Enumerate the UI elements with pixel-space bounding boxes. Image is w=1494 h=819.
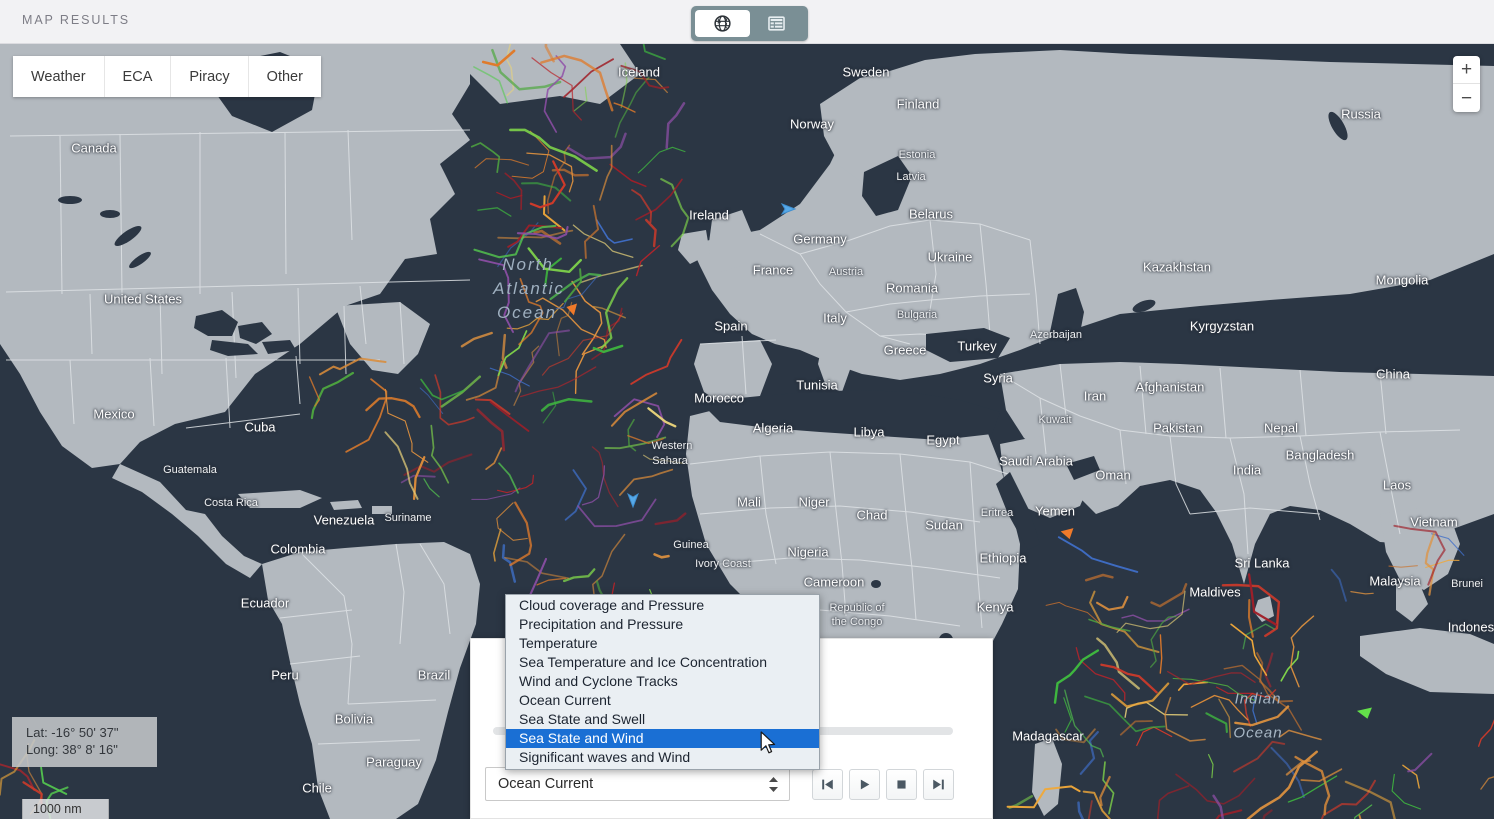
play-icon [860, 779, 870, 789]
page-title: MAP RESULTS [22, 13, 130, 27]
latitude-value: Lat: -16° 50' 37" [26, 724, 119, 740]
chevron-updown-icon [769, 776, 778, 792]
dropdown-option-cloud-coverage-and-pressure[interactable]: Cloud coverage and Pressure [506, 596, 819, 615]
skip-back-button[interactable] [812, 768, 843, 800]
panel-controls: Ocean Current [485, 767, 980, 801]
dropdown-option-sea-state-and-wind[interactable]: Sea State and Wind [506, 729, 819, 748]
layer-tab-eca[interactable]: ECA [104, 56, 172, 97]
playback-controls[interactable] [812, 768, 954, 800]
stop-icon [897, 779, 906, 789]
weather-layer-dropdown[interactable]: Cloud coverage and Pressure Precipitation… [505, 594, 820, 770]
skip-forward-icon [933, 779, 944, 789]
stop-button[interactable] [886, 768, 917, 800]
layer-tab-piracy[interactable]: Piracy [171, 56, 249, 97]
play-button[interactable] [849, 768, 880, 800]
dropdown-option-wind-and-cyclone-tracks[interactable]: Wind and Cyclone Tracks [506, 672, 819, 691]
view-mode-toggle[interactable] [691, 6, 808, 41]
layer-tab-weather[interactable]: Weather [13, 56, 105, 97]
dropdown-option-ocean-current[interactable]: Ocean Current [506, 691, 819, 710]
table-view-toggle-button[interactable] [750, 10, 805, 37]
map-view-toggle-button[interactable] [695, 10, 750, 37]
zoom-in-button[interactable]: + [1453, 56, 1480, 84]
longitude-value: Long: 38° 8' 16" [26, 742, 118, 758]
scale-bar: 1000 nm [22, 799, 109, 819]
dropdown-option-significant-waves-and-wind[interactable]: Significant waves and Wind [506, 748, 819, 767]
skip-back-icon [822, 779, 833, 789]
dropdown-option-sea-state-and-swell[interactable]: Sea State and Swell [506, 710, 819, 729]
dropdown-option-precipitation-and-pressure[interactable]: Precipitation and Pressure [506, 615, 819, 634]
app-header: MAP RESULTS [0, 0, 1494, 44]
coordinate-readout: Lat: -16° 50' 37" Long: 38° 8' 16" [12, 716, 157, 767]
zoom-controls[interactable]: + − [1453, 56, 1480, 112]
dropdown-option-temperature[interactable]: Temperature [506, 634, 819, 653]
layer-filter-tabs[interactable]: Weather ECA Piracy Other [13, 56, 321, 97]
weather-layer-select[interactable]: Ocean Current [485, 767, 790, 801]
skip-forward-button[interactable] [923, 768, 954, 800]
dropdown-option-sea-temperature-and-ice-concentration[interactable]: Sea Temperature and Ice Concentration [506, 653, 819, 672]
globe-icon [714, 15, 731, 32]
table-icon [768, 16, 786, 31]
layer-tab-other[interactable]: Other [248, 56, 321, 97]
zoom-out-button[interactable]: − [1453, 84, 1480, 112]
weather-layer-select-value: Ocean Current [498, 776, 594, 792]
